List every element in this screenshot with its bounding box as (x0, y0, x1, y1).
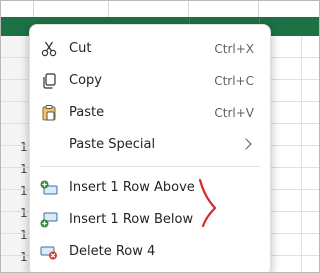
menu-item-label: Insert 1 Row Above (69, 180, 195, 195)
menu-item-paste-special[interactable]: Paste Special (30, 129, 270, 161)
menu-item-label: Paste (69, 105, 105, 120)
menu-item-label: Copy (69, 73, 102, 88)
menu-item-label: Insert 1 Row Below (69, 212, 194, 227)
menu-item-label: Delete Row 4 (69, 244, 156, 259)
clipboard-icon (40, 105, 58, 121)
menu-item-label: Paste Special (69, 137, 156, 152)
insert-row-below-icon (40, 212, 58, 228)
menu-item-paste[interactable]: Paste Ctrl+V (30, 97, 270, 129)
copy-icon (40, 73, 58, 89)
menu-item-shortcut: Ctrl+X (214, 42, 254, 56)
menu-item-copy[interactable]: Copy Ctrl+C (30, 65, 270, 97)
previous-row (1, 1, 319, 17)
menu-item-shortcut: Ctrl+V (214, 106, 254, 120)
menu-item-delete-row[interactable]: Delete Row 4 (30, 236, 270, 268)
insert-row-above-icon (40, 180, 58, 196)
delete-row-icon (40, 244, 58, 260)
menu-separator (40, 166, 260, 167)
menu-item-shortcut: Ctrl+C (214, 74, 254, 88)
context-menu: Cut Ctrl+X Copy Ctrl+C Paste Ctrl+V Past… (29, 24, 271, 272)
menu-item-insert-row-above[interactable]: Insert 1 Row Above (30, 172, 270, 204)
red-annotation-bracket (198, 178, 217, 228)
menu-item-insert-row-below[interactable]: Insert 1 Row Below (30, 204, 270, 236)
app-window: 1 1 1 1 1 1 Cut Ctrl+X Copy Ctrl+C Paste… (0, 0, 320, 273)
menu-item-cut[interactable]: Cut Ctrl+X (30, 33, 270, 65)
menu-item-label: Cut (69, 41, 92, 56)
chevron-right-icon (240, 138, 252, 150)
scissors-icon (40, 41, 58, 57)
